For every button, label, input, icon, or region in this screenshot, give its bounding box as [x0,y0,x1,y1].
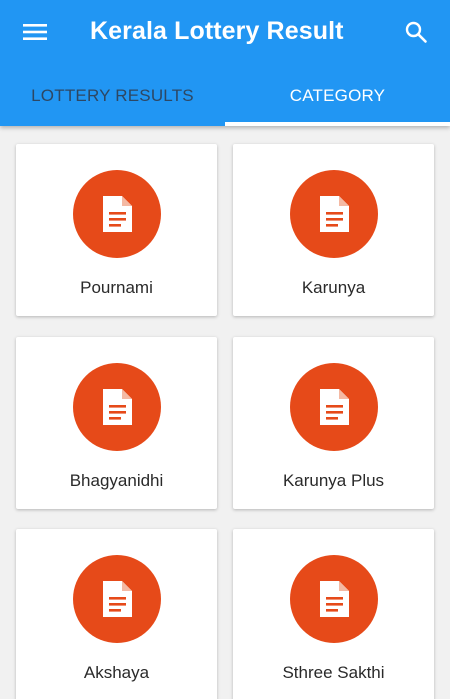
document-icon [320,389,349,425]
toolbar: Kerala Lottery Result [0,0,450,66]
category-card-karunya[interactable]: Karunya [233,144,434,316]
hamburger-menu-icon[interactable] [14,14,56,50]
category-card-pournami[interactable]: Pournami [16,144,217,316]
category-label: Bhagyanidhi [69,471,164,490]
tab-label: LOTTERY RESULTS [31,86,194,105]
category-card-sthree-sakthi[interactable]: Sthree Sakthi [233,529,434,699]
category-icon-circle [290,555,378,643]
category-label: Karunya Plus [282,471,385,490]
tab-lottery-results[interactable]: LOTTERY RESULTS [0,66,225,126]
category-icon-circle [290,363,378,451]
search-icon[interactable] [396,14,436,50]
tab-label: CATEGORY [289,86,386,105]
category-label: Sthree Sakthi [282,663,385,682]
category-label: Karunya [301,278,366,297]
document-icon [103,581,132,617]
document-icon [103,389,132,425]
category-card-bhagyanidhi[interactable]: Bhagyanidhi [16,337,217,509]
document-icon [103,196,132,232]
category-icon-circle [290,170,378,258]
app-title: Kerala Lottery Result [90,17,344,45]
selected-tab-indicator [225,122,450,126]
category-label: Pournami [80,278,153,297]
category-card-akshaya[interactable]: Akshaya [16,529,217,699]
category-card-karunya-plus[interactable]: Karunya Plus [233,337,434,509]
category-label: Akshaya [83,663,150,682]
tab-bar: LOTTERY RESULTS CATEGORY [0,66,450,126]
category-icon-circle [73,170,161,258]
document-icon [320,581,349,617]
app-bar: Kerala Lottery Result LOTTERY RESULTS CA… [0,0,450,126]
tab-category[interactable]: CATEGORY [225,66,450,126]
category-icon-circle [73,555,161,643]
document-icon [320,196,349,232]
category-icon-circle [73,363,161,451]
category-grid: Pournami Karunya Bhagyanidhi Karunya Plu… [0,126,450,699]
